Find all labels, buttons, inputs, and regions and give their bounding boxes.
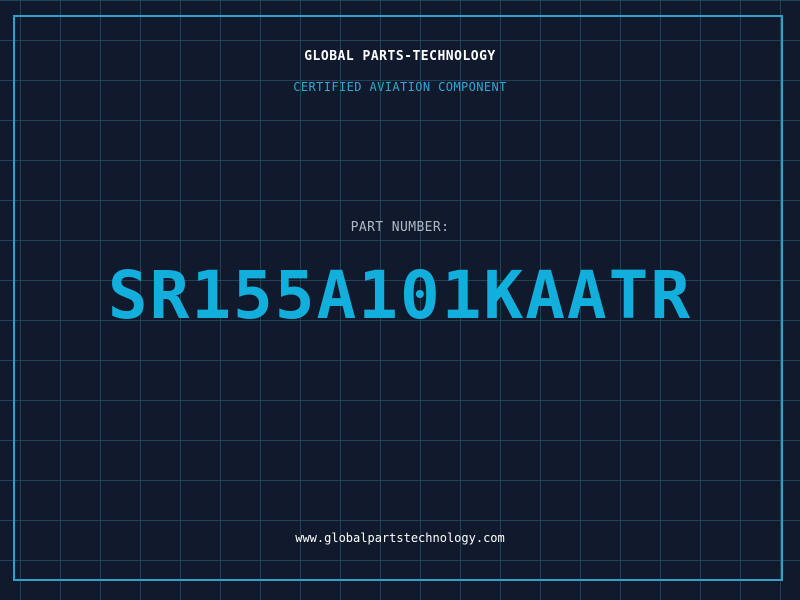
part-label-card: GLOBAL PARTS-TECHNOLOGY CERTIFIED AVIATI…	[0, 0, 800, 600]
company-name: GLOBAL PARTS-TECHNOLOGY	[304, 49, 496, 64]
certification-subtitle: CERTIFIED AVIATION COMPONENT	[293, 80, 507, 94]
website-url: www.globalpartstechnology.com	[295, 531, 505, 545]
part-number-label: PART NUMBER:	[350, 220, 450, 235]
part-number-value: SR155A101KAATR	[107, 257, 693, 334]
